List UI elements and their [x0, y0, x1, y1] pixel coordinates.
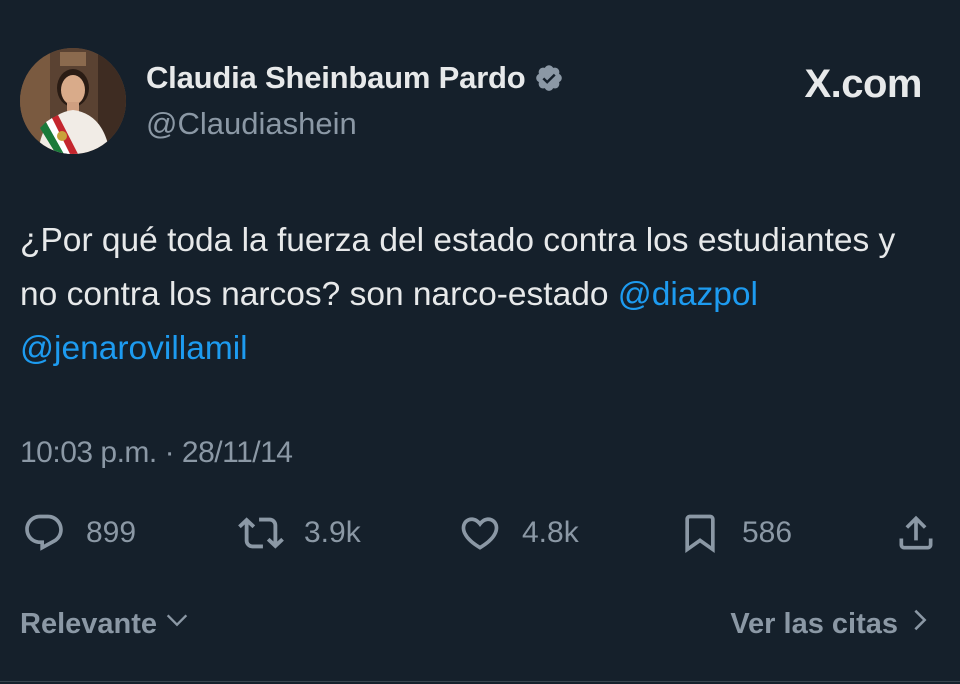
tweet-text: ¿Por qué toda la fuerza del estado contr… — [20, 214, 940, 376]
tweet-footer: Relevante Ver las citas — [20, 606, 932, 646]
author-name-row[interactable]: Claudia Sheinbaum Pardo — [146, 60, 564, 96]
avatar-image — [20, 48, 126, 154]
reply-count: 899 — [86, 516, 137, 549]
heart-icon — [458, 511, 502, 555]
bookmark-button[interactable]: 586 — [678, 510, 792, 556]
brand-watermark: X.com — [804, 62, 922, 107]
sort-label: Relevante — [20, 607, 158, 640]
like-count: 4.8k — [522, 516, 579, 549]
retweet-count: 3.9k — [304, 516, 361, 549]
like-button[interactable]: 4.8k — [458, 510, 579, 556]
author-handle[interactable]: @Claudiashein — [146, 106, 357, 142]
view-quotes-label: Ver las citas — [730, 607, 898, 640]
verified-badge-icon — [534, 63, 564, 93]
tweet-timestamp[interactable]: 10:03 p.m. · 28/11/14 — [20, 436, 293, 470]
divider — [0, 681, 960, 682]
sort-dropdown[interactable]: Relevante — [20, 606, 191, 642]
reply-icon — [22, 511, 66, 555]
bookmark-count: 586 — [742, 516, 793, 549]
view-quotes-link[interactable]: Ver las citas — [730, 606, 932, 642]
chevron-down-icon — [163, 606, 191, 642]
chevron-right-icon — [908, 606, 932, 642]
brand-text: X.com — [804, 62, 922, 106]
mention-link[interactable]: @jenarovillamil — [20, 330, 248, 367]
share-icon — [894, 511, 938, 555]
mention-link[interactable]: @diazpol — [618, 276, 758, 313]
action-bar: 899 3.9k 4.8k 586 — [20, 510, 940, 556]
share-button[interactable] — [894, 510, 938, 556]
retweet-button[interactable]: 3.9k — [238, 510, 361, 556]
reply-button[interactable]: 899 — [22, 510, 136, 556]
retweet-icon — [238, 510, 284, 556]
tweet-body: ¿Por qué toda la fuerza del estado contr… — [20, 222, 896, 313]
bookmark-icon — [678, 511, 722, 555]
avatar[interactable] — [20, 48, 126, 154]
author-display-name[interactable]: Claudia Sheinbaum Pardo — [146, 60, 526, 96]
